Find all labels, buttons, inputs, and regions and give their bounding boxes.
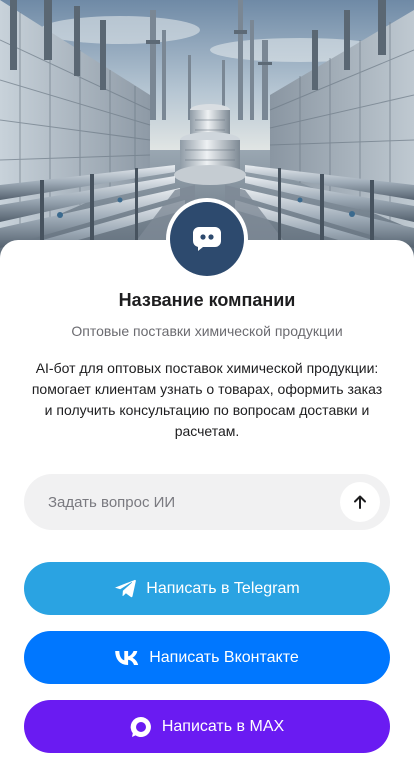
avatar bbox=[166, 198, 248, 280]
send-button[interactable] bbox=[340, 482, 380, 522]
arrow-up-icon bbox=[354, 495, 366, 509]
page: Название компании Оптовые поставки химич… bbox=[0, 0, 414, 770]
telegram-button[interactable]: Написать в Telegram bbox=[24, 562, 390, 615]
company-description: AI-бот для оптовых поставок химической п… bbox=[31, 360, 383, 439]
avatar-circle bbox=[170, 202, 244, 276]
telegram-button-label: Написать в Telegram bbox=[146, 579, 300, 597]
ask-ai-field bbox=[24, 474, 390, 530]
vk-button-label: Написать Вконтакте bbox=[149, 648, 299, 666]
company-name: Название компании bbox=[118, 290, 296, 310]
max-button[interactable]: Написать в MAX bbox=[24, 700, 390, 753]
company-subtitle: Оптовые поставки химической продукции bbox=[71, 323, 343, 339]
chat-bot-icon bbox=[192, 227, 221, 251]
telegram-icon bbox=[114, 579, 137, 598]
vk-button[interactable]: Написать Вконтакте bbox=[24, 631, 390, 684]
max-icon bbox=[130, 716, 152, 738]
ask-ai-input[interactable] bbox=[24, 474, 340, 530]
max-button-label: Написать в MAX bbox=[161, 717, 285, 735]
vk-icon bbox=[115, 650, 139, 665]
